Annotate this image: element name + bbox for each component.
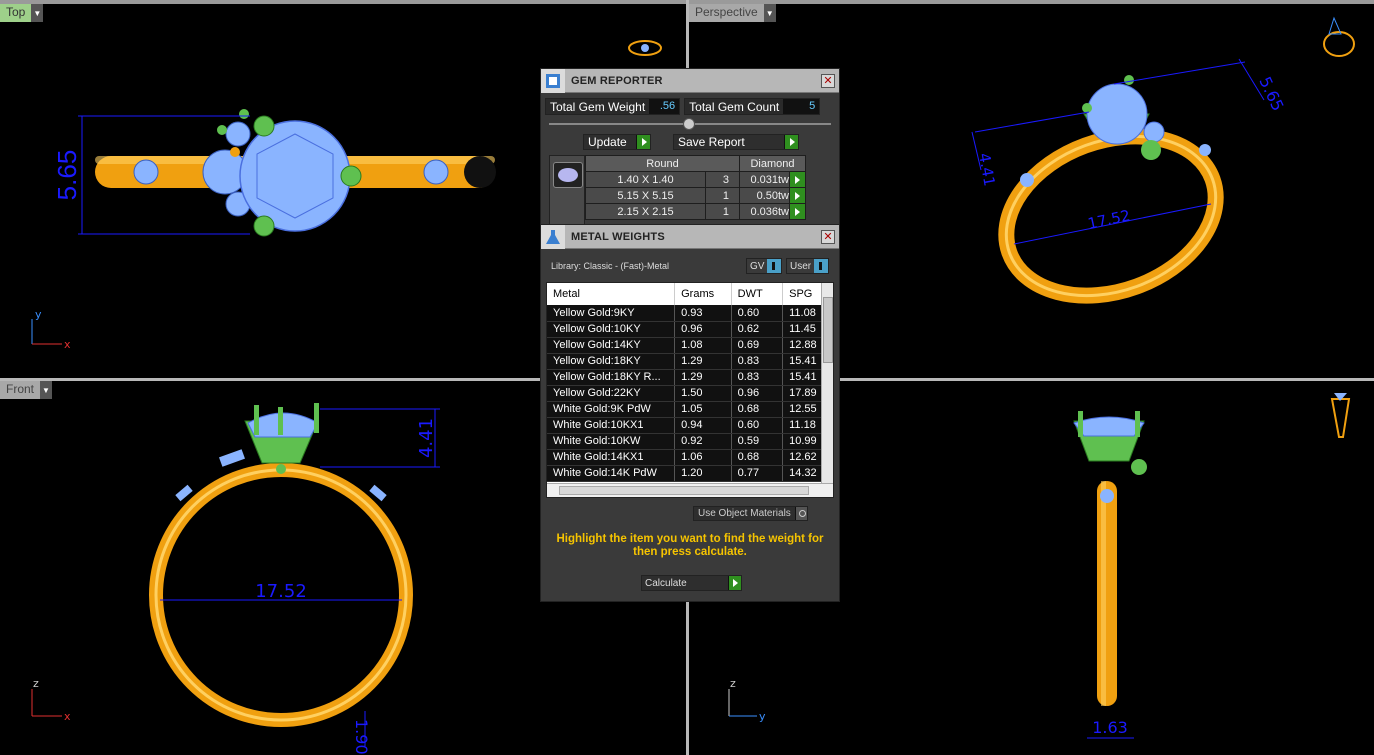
table-row[interactable]: Yellow Gold:9KY 0.93 0.60 11.08	[547, 305, 823, 322]
viewport-label-top[interactable]: Top ▼	[0, 4, 44, 22]
close-icon[interactable]: ✕	[821, 73, 835, 88]
save-report-button[interactable]: Save Report	[673, 134, 799, 150]
dimension-label: 4.41	[416, 418, 437, 458]
gem-thumbnail	[549, 155, 585, 225]
play-icon	[728, 576, 741, 590]
table-row[interactable]: Yellow Gold:10KY 0.96 0.62 11.45	[547, 321, 823, 338]
dimension-label: 1.90	[352, 719, 371, 755]
scroll-thumb[interactable]	[823, 297, 833, 363]
axis-y: y	[35, 308, 42, 321]
metal-weights-header[interactable]: METAL WEIGHTS ✕	[541, 224, 839, 249]
chevron-down-icon[interactable]: ▼	[763, 4, 776, 22]
info-icon	[767, 259, 782, 273]
dimension-label: 17.52	[255, 581, 307, 602]
update-button[interactable]: Update	[583, 134, 651, 150]
gem-row[interactable]: 5.15 X 5.15 1 0.50tw	[585, 187, 806, 204]
total-gem-count-value: 5	[783, 99, 820, 114]
view-cube[interactable]	[1330, 398, 1351, 438]
gem-reporter-icon	[541, 68, 565, 93]
play-icon[interactable]	[789, 203, 806, 220]
radio-icon	[794, 507, 807, 520]
slider-knob[interactable]	[683, 118, 695, 130]
gem-material-header: Diamond	[739, 155, 806, 172]
axis-x: x	[64, 338, 71, 351]
viewport-label-front[interactable]: Front ▼	[0, 381, 53, 399]
metal-table[interactable]: Metal Grams DWT SPG Yellow Gold:9KY 0.93 0…	[546, 282, 834, 498]
hint-text: Highlight the item you want to find the …	[556, 533, 824, 558]
dimension-label: 1.63	[1092, 718, 1128, 737]
axis-z: z	[33, 677, 39, 690]
horizontal-scrollbar[interactable]	[547, 483, 833, 497]
table-row[interactable]: White Gold:14K PdW 1.20 0.77 14.32	[547, 465, 823, 482]
gv-toggle[interactable]: GV	[746, 258, 783, 274]
dimension-label: 4.41	[975, 152, 999, 188]
gem-reporter-panel: GEM REPORTER ✕ Total Gem Weight .56 Tota…	[540, 68, 840, 228]
table-row[interactable]: White Gold:10KX1 0.94 0.60 11.18	[547, 417, 823, 434]
viewport-label-perspective[interactable]: Perspective ▼	[689, 4, 776, 22]
center-stone	[1086, 83, 1148, 145]
chevron-down-icon[interactable]: ▼	[40, 381, 53, 399]
total-gem-weight-value: .56	[649, 99, 680, 114]
table-row[interactable]: Yellow Gold:14KY 1.08 0.69 12.88	[547, 337, 823, 354]
gem-row[interactable]: 2.15 X 2.15 1 0.036tw	[585, 203, 806, 220]
library-label: Library: Classic - (Fast)-Metal	[551, 261, 670, 271]
column-header-metal[interactable]: Metal	[547, 283, 676, 305]
axis-y: y	[759, 710, 766, 723]
total-gem-weight-field: Total Gem Weight .56	[545, 98, 681, 115]
gem-row[interactable]: 1.40 X 1.40 3 0.031tw	[585, 171, 806, 188]
play-icon	[784, 135, 798, 149]
use-object-materials-toggle[interactable]: Use Object Materials	[693, 506, 808, 521]
table-row[interactable]: White Gold:10KW 0.92 0.59 10.99	[547, 433, 823, 450]
axis-z: z	[730, 677, 736, 690]
dimension-label: 5.65	[52, 150, 82, 201]
prong	[253, 115, 275, 137]
play-icon[interactable]	[789, 187, 806, 204]
table-row[interactable]: Yellow Gold:18KY R... 1.29 0.83 15.41	[547, 369, 823, 386]
view-cube[interactable]	[1323, 31, 1355, 57]
gem-reporter-title: GEM REPORTER	[571, 74, 663, 87]
table-row[interactable]: Yellow Gold:22KY 1.50 0.96 17.89	[547, 385, 823, 402]
center-stone	[1073, 416, 1145, 437]
metal-weights-title: METAL WEIGHTS	[571, 230, 665, 243]
close-icon[interactable]: ✕	[821, 229, 835, 244]
column-header-grams[interactable]: Grams	[674, 283, 732, 305]
total-gem-count-field: Total Gem Count 5	[684, 98, 821, 115]
user-toggle[interactable]: User	[786, 258, 830, 274]
gem-list: Round Diamond 1.40 X 1.40 3 0.031tw 5.15…	[585, 155, 806, 220]
metal-weights-panel: METAL WEIGHTS ✕ Library: Classic - (Fast…	[540, 224, 840, 602]
ring-band	[1097, 481, 1117, 706]
column-header-dwt[interactable]: DWT	[731, 283, 784, 305]
play-icon	[636, 135, 650, 149]
table-row[interactable]: Yellow Gold:18KY 1.29 0.83 15.41	[547, 353, 823, 370]
scroll-thumb[interactable]	[559, 486, 809, 495]
play-icon[interactable]	[789, 171, 806, 188]
calculate-button[interactable]: Calculate	[641, 575, 742, 591]
axis-x: x	[64, 710, 71, 723]
column-header-spg[interactable]: SPG	[782, 283, 823, 305]
gem-shape-header: Round	[585, 155, 740, 172]
flask-icon	[541, 224, 565, 249]
table-row[interactable]: White Gold:9K PdW 1.05 0.68 12.55	[547, 401, 823, 418]
dimension-label: 17.52	[1086, 206, 1132, 233]
table-row[interactable]: White Gold:14KX1 1.06 0.68 12.62	[547, 449, 823, 466]
gem-reporter-header[interactable]: GEM REPORTER ✕	[541, 68, 839, 93]
side-gem	[133, 159, 159, 185]
chevron-down-icon[interactable]: ▼	[31, 4, 44, 22]
info-icon	[814, 259, 829, 273]
vertical-scrollbar[interactable]	[821, 283, 833, 483]
side-gem	[423, 159, 449, 185]
